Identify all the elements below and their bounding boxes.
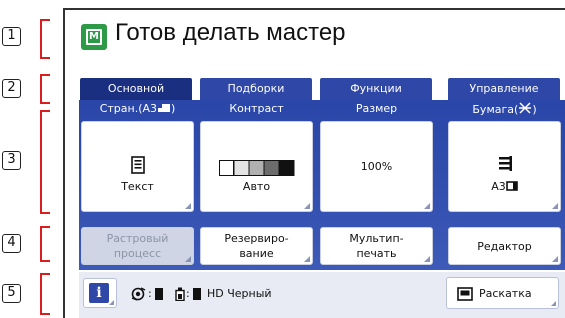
button-corner [304,256,310,262]
paper-label-text: Бумага( [472,103,519,116]
reservation-button[interactable]: Резервиро- вание [200,227,313,265]
drum-separator: : [148,287,152,300]
size-tile[interactable]: 100% [320,121,433,212]
tab-management[interactable]: Управление [448,78,560,100]
callout-5: 5 [0,273,60,315]
callout-number: 4 [2,234,21,253]
paper-stack-icon [499,156,512,171]
callout-number: 3 [2,151,21,170]
idle-rolling-label: Раскатка [479,287,532,300]
idle-rolling-icon [457,287,473,301]
callout-bracket [40,273,50,315]
tile-corner [304,203,310,209]
callout-number: 2 [2,79,21,98]
tab-functions[interactable]: Функции [320,78,432,100]
callout-number: 1 [2,27,21,46]
page-size-label: Стран.(A3) [99,102,176,115]
drum-icon [131,287,146,301]
master-icon: M [81,24,107,50]
contrast-tile[interactable]: Авто [200,121,313,212]
control-panel-screen: M Готов делать мастер Основной Подборки … [63,8,565,318]
callout-4: 4 [0,226,60,262]
tile-corner [552,203,558,209]
callout-bracket [40,19,50,59]
button-corner [551,301,556,306]
paper-value: A3 [449,180,560,193]
reservation-line1: Резервиро- [224,232,289,245]
status-title: Готов делать мастер [115,19,346,46]
page-mode-value: Текст [121,180,154,193]
info-button[interactable]: i [83,278,117,308]
tile-corner [185,203,191,209]
multi-print-button[interactable]: Мультип- печать [320,227,433,265]
ink-cartridge-icon [175,287,185,301]
idle-rolling-button[interactable]: Раскатка [446,277,559,309]
tab-basic[interactable]: Основной [80,78,192,100]
halftone-line1: Растровый [106,232,169,245]
master-icon-letter: M [86,29,102,45]
ink-color-label: HD Черный [207,287,272,300]
drum-level-icon [155,288,163,300]
halftone-line2: процесс [113,247,162,260]
button-corner [552,256,558,262]
paper-label: Бумага() [472,102,537,116]
contrast-scale-icon [219,160,295,176]
callout-1: 1 [0,19,60,59]
size-label: Размер [355,102,398,115]
page-mode-tile[interactable]: Текст [81,121,194,212]
document-icon [131,156,145,174]
callout-bracket [40,226,50,262]
ink-level-icon [193,288,201,300]
ink-separator: : [186,287,190,300]
tab-collections[interactable]: Подборки [200,78,312,100]
button-corner [109,300,114,305]
halftone-process-button[interactable]: Растровый процесс [81,227,194,265]
callout-bracket [40,74,50,104]
paper-value-text: A3 [491,180,506,193]
editor-button[interactable]: Редактор [448,227,561,265]
multi-print-line1: Мультип- [349,232,404,245]
tile-corner [424,203,430,209]
page-orientation-icon [158,104,171,112]
button-corner [424,256,430,262]
paper-tile[interactable]: A3 [448,121,561,212]
paper-tray-icon [505,181,518,191]
size-value: 100% [360,160,393,173]
multi-print-line2: печать [356,247,397,260]
status-bar: i : : HD Черный Раскатка [79,272,565,318]
callout-3: 3 [0,110,60,214]
tab-bar: Основной Подборки Функции Управление [80,78,563,100]
page-size-label-text: Стран.(A3 [99,102,158,115]
callout-number: 5 [2,284,21,303]
button-corner [185,256,191,262]
callout-bracket [40,110,50,214]
reservation-line2: вание [239,247,274,260]
settings-area: Стран.(A3) Контраст Размер Бумага() Текс… [79,100,565,270]
callout-2: 2 [0,74,60,104]
contrast-value: Авто [242,180,271,193]
info-icon: i [89,283,109,303]
editor-label: Редактор [477,239,532,253]
contrast-label: Контраст [229,102,284,115]
paper-auto-icon [519,102,532,114]
